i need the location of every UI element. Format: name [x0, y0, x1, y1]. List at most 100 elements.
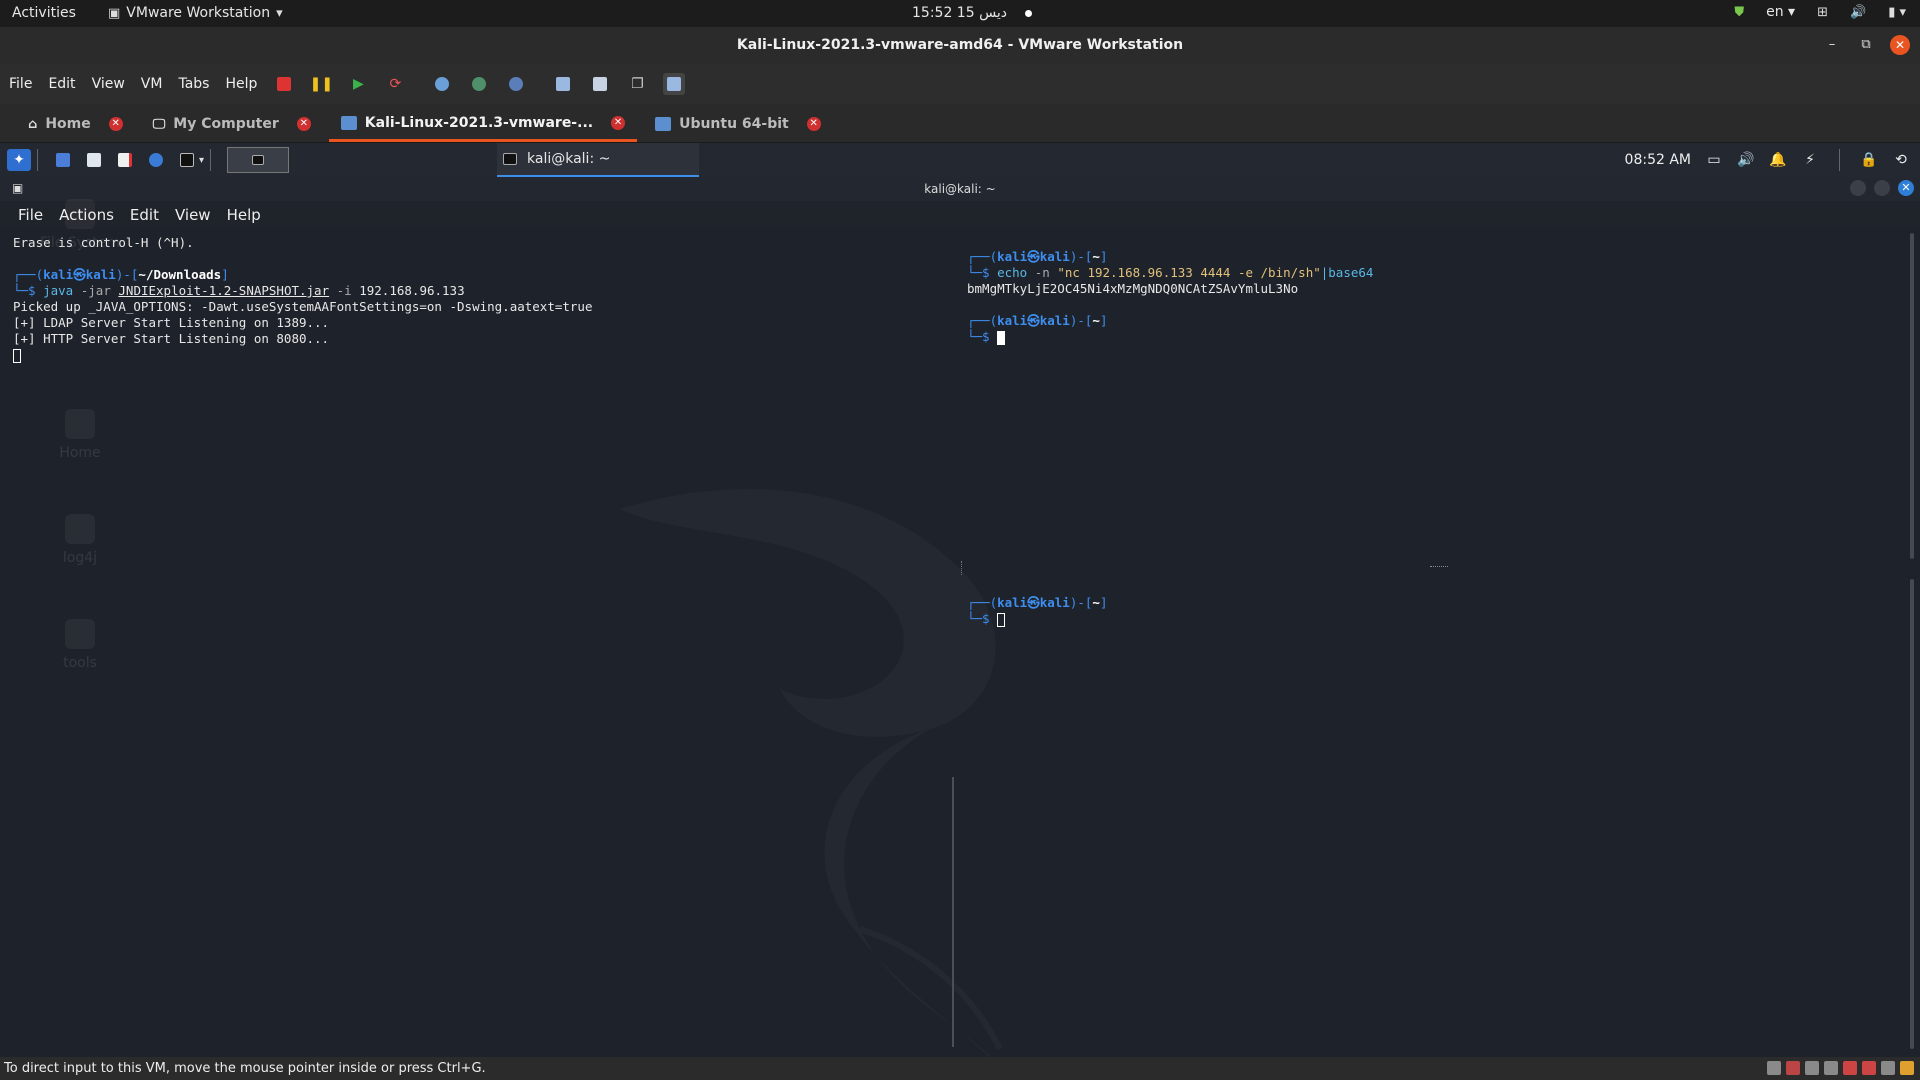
- panel-clock[interactable]: 08:52 AM: [1625, 152, 1691, 168]
- minimize-button[interactable]: [1850, 180, 1866, 196]
- revert-snapshot-icon[interactable]: [468, 73, 490, 95]
- unity-icon[interactable]: ❐: [626, 73, 648, 95]
- text-cursor: [13, 348, 21, 363]
- battery-icon[interactable]: ▮ ▾: [1888, 5, 1906, 20]
- web-browser-icon[interactable]: [144, 149, 168, 171]
- activities-button[interactable]: Activities: [12, 5, 76, 21]
- chevron-down-icon[interactable]: ▾: [199, 155, 204, 166]
- display-device-icon[interactable]: [1881, 1061, 1895, 1075]
- app-menu[interactable]: ▣ VMware Workstation ▾: [108, 5, 283, 21]
- volume-icon[interactable]: 🔊: [1850, 5, 1866, 20]
- minimize-button[interactable]: –: [1822, 35, 1842, 55]
- terminal-pane-right-bottom[interactable]: ┌──(kali㉿kali)-[~] └─$: [967, 595, 1107, 627]
- pane-resize-handle[interactable]: [1430, 566, 1448, 567]
- desktop-icon-log4j: log4j: [25, 514, 135, 566]
- vmware-tab-bar: ⌂ Home ✕ 🖵 My Computer ✕ Kali-Linux-2021…: [0, 104, 1920, 143]
- close-tab-icon[interactable]: ✕: [296, 117, 311, 131]
- terminal-menu-view[interactable]: View: [175, 206, 211, 224]
- file-manager-icon[interactable]: [82, 149, 106, 171]
- window-title: Kali-Linux-2021.3-vmware-amd64 - VMware …: [736, 37, 1184, 53]
- pane-splitter[interactable]: [952, 777, 954, 1047]
- snapshot-icon[interactable]: [431, 73, 453, 95]
- tab-ubuntu-vm[interactable]: Ubuntu 64-bit ✕: [643, 106, 833, 142]
- network-adapter-icon[interactable]: [1805, 1061, 1819, 1075]
- menu-tabs[interactable]: Tabs: [178, 76, 209, 92]
- scrollbar[interactable]: [1910, 579, 1914, 1049]
- maximize-button[interactable]: ⧉: [1856, 35, 1876, 55]
- logout-icon[interactable]: ⟲: [1892, 152, 1910, 168]
- taskbar-label: kali@kali: ~: [527, 151, 611, 167]
- prompt-line: ┌──(kali㉿kali)-[~]: [967, 595, 1108, 610]
- terminal-pane-right-top[interactable]: ┌──(kali㉿kali)-[~] └─$ echo -n "nc 192.1…: [967, 249, 1373, 345]
- menu-help[interactable]: Help: [225, 76, 257, 92]
- computer-icon: 🖵: [152, 116, 166, 132]
- language-indicator[interactable]: en ▾: [1766, 4, 1795, 20]
- close-tab-icon[interactable]: ✕: [611, 115, 626, 130]
- close-tab-icon[interactable]: ✕: [108, 117, 123, 131]
- power-on-icon[interactable]: ▶: [347, 73, 369, 95]
- terminal-line: [+] HTTP Server Start Listening on 8080.…: [13, 331, 330, 346]
- gnome-top-bar: Activities ▣ VMware Workstation ▾ 15:52 …: [0, 0, 1920, 27]
- scrollbar[interactable]: [1910, 233, 1914, 559]
- taskbar-terminal[interactable]: kali@kali: ~: [497, 143, 699, 177]
- close-button[interactable]: ✕: [1898, 180, 1914, 196]
- system-tray[interactable]: ⛊ en ▾ ⊞ 🔊 ▮ ▾: [1734, 4, 1906, 20]
- message-log-icon[interactable]: [1900, 1061, 1914, 1075]
- printer-icon[interactable]: [1862, 1061, 1876, 1075]
- terminal-line: [+] LDAP Server Start Listening on 1389.…: [13, 315, 330, 330]
- vmware-titlebar: Kali-Linux-2021.3-vmware-amd64 - VMware …: [0, 27, 1920, 64]
- close-button[interactable]: ✕: [1890, 35, 1910, 55]
- menu-edit[interactable]: Edit: [48, 76, 75, 92]
- maximize-button[interactable]: [1874, 180, 1890, 196]
- close-tab-icon[interactable]: ✕: [806, 117, 821, 131]
- tab-home[interactable]: ⌂ Home ✕: [16, 106, 135, 142]
- text-cursor: [997, 612, 1006, 627]
- thumbnail-bar-icon[interactable]: [589, 73, 611, 95]
- status-message: To direct input to this VM, move the mou…: [4, 1061, 486, 1076]
- tab-kali-vm[interactable]: Kali-Linux-2021.3-vmware-... ✕: [328, 106, 638, 142]
- workspace-switcher[interactable]: [227, 147, 290, 173]
- home-icon: ⌂: [28, 116, 38, 132]
- clock[interactable]: 15:52 15 ديس: [912, 5, 1033, 21]
- terminal-launcher-icon[interactable]: [175, 149, 199, 171]
- pane-resize-handle[interactable]: [961, 561, 962, 575]
- show-desktop-icon[interactable]: [51, 149, 75, 171]
- terminal-body[interactable]: File System Home log4j tools Erase is co…: [0, 199, 1920, 1057]
- terminal-menu-help[interactable]: Help: [227, 206, 261, 224]
- sound-card-icon[interactable]: [1843, 1061, 1857, 1075]
- terminal-line: Picked up _JAVA_OPTIONS: -Dawt.useSystem…: [13, 299, 593, 314]
- kali-menu-icon[interactable]: ✦: [7, 149, 31, 171]
- app-menu-label: VMware Workstation: [126, 5, 271, 21]
- terminal-line: Erase is control-H (^H).: [13, 235, 194, 250]
- terminal-pane-left[interactable]: Erase is control-H (^H). ┌──(kali㉿kali)-…: [13, 235, 592, 363]
- menu-view[interactable]: View: [92, 76, 125, 92]
- show-library-icon[interactable]: [552, 73, 574, 95]
- snapshot-manager-icon[interactable]: [505, 73, 527, 95]
- lock-icon[interactable]: 🔒: [1860, 152, 1878, 168]
- terminal-menubar: File Actions Edit View Help: [0, 201, 1920, 229]
- reset-icon[interactable]: ⟳: [384, 73, 406, 95]
- display-icon[interactable]: ▭: [1705, 152, 1723, 168]
- network-icon[interactable]: ⊞: [1817, 5, 1828, 20]
- bell-icon[interactable]: 🔔: [1769, 152, 1787, 168]
- hard-disk-icon[interactable]: [1767, 1061, 1781, 1075]
- menu-file[interactable]: File: [9, 76, 32, 92]
- menu-vm[interactable]: VM: [141, 76, 163, 92]
- vm-display[interactable]: ✦ ▾ kali@kali: ~ 08:52 AM ▭ 🔊 🔔 ⚡ 🔒 ⟲ ▣ …: [0, 143, 1920, 1057]
- prompt-line: ┌──(kali㉿kali)-[~/Downloads]: [13, 267, 229, 282]
- tab-label: Home: [45, 116, 91, 132]
- volume-icon[interactable]: 🔊: [1737, 152, 1755, 168]
- usb-icon[interactable]: [1824, 1061, 1838, 1075]
- cd-dvd-icon[interactable]: [1786, 1061, 1800, 1075]
- kali-panel: ✦ ▾ kali@kali: ~ 08:52 AM ▭ 🔊 🔔 ⚡ 🔒 ⟲: [0, 143, 1920, 177]
- vmware-statusbar: To direct input to this VM, move the mou…: [0, 1057, 1920, 1080]
- power-manager-icon[interactable]: ⚡: [1801, 152, 1819, 168]
- suspend-icon[interactable]: ❚❚: [310, 73, 333, 95]
- full-screen-icon[interactable]: [663, 73, 686, 95]
- vmware-menubar: File Edit View VM Tabs Help ❚❚ ▶ ⟳ ❐: [0, 64, 1920, 104]
- shield-icon[interactable]: ⛊: [1734, 5, 1744, 20]
- power-off-icon[interactable]: [273, 73, 295, 95]
- text-editor-icon[interactable]: [113, 149, 137, 171]
- tab-my-computer[interactable]: 🖵 My Computer ✕: [141, 106, 323, 142]
- text-cursor: [997, 330, 1006, 345]
